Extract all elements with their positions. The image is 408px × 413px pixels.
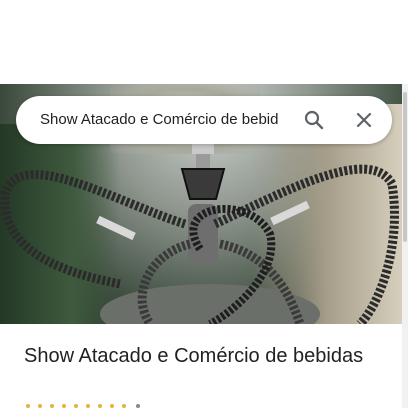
rating-stars [26,404,140,408]
close-icon[interactable] [352,108,376,132]
top-blank-area [0,0,408,84]
search-box[interactable]: Show Atacado e Comércio de bebid [16,96,392,144]
hookah-crystal [180,168,226,200]
search-icon[interactable] [302,108,326,132]
hose-handle-right [270,200,310,226]
hose-handle-left [96,215,136,241]
rating-row [24,402,154,412]
search-input[interactable]: Show Atacado e Comércio de bebid [40,110,298,130]
scrollbar-thumb[interactable] [403,92,407,242]
hookah-ring [192,144,214,154]
place-title: Show Atacado e Comércio de bebidas [24,345,364,367]
